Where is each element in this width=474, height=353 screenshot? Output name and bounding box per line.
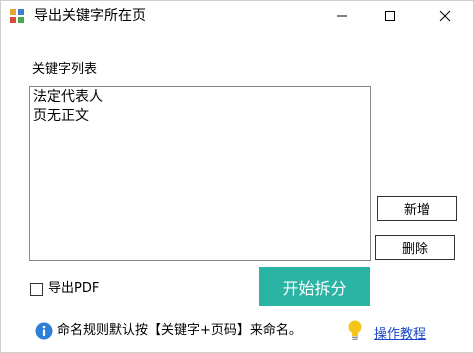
info-icon xyxy=(35,322,53,340)
app-window: 导出关键字所在页 关键字列表 法定代表人 页无正文 新增 删除 导出PDF 开始… xyxy=(0,0,474,353)
naming-rule-text: 命名规则默认按【关键字+页码】来命名。 xyxy=(57,323,302,338)
minimize-icon xyxy=(337,15,347,17)
maximize-icon xyxy=(385,11,395,21)
list-item[interactable]: 页无正文 xyxy=(33,107,367,126)
window-title: 导出关键字所在页 xyxy=(34,8,146,24)
lightbulb-icon xyxy=(348,320,362,340)
close-icon xyxy=(439,10,451,22)
list-item[interactable]: 法定代表人 xyxy=(33,88,367,107)
start-split-button[interactable]: 开始拆分 xyxy=(259,267,370,306)
add-keyword-button[interactable]: 新增 xyxy=(377,196,457,221)
tutorial-link[interactable]: 操作教程 xyxy=(374,326,426,343)
export-pdf-label[interactable]: 导出PDF xyxy=(48,281,99,297)
minimize-button[interactable] xyxy=(319,1,365,31)
keyword-listbox[interactable]: 法定代表人 页无正文 xyxy=(29,86,371,261)
maximize-button[interactable] xyxy=(367,1,413,31)
app-grid-icon xyxy=(10,9,24,23)
title-bar: 导出关键字所在页 xyxy=(1,1,473,31)
keyword-list-label: 关键字列表 xyxy=(32,62,98,77)
checkbox-box[interactable] xyxy=(30,282,43,296)
export-pdf-checkbox[interactable]: 导出PDF xyxy=(30,281,99,297)
close-button[interactable] xyxy=(422,1,468,31)
delete-keyword-button[interactable]: 删除 xyxy=(375,235,455,260)
